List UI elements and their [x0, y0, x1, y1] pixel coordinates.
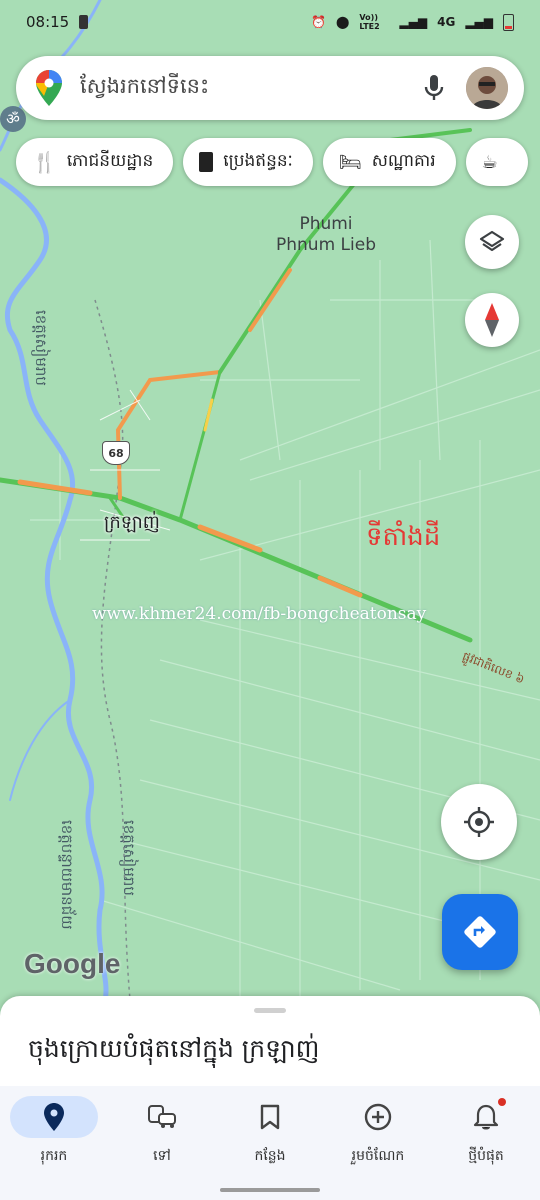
nav-label: រុករក — [40, 1148, 68, 1164]
nav-label: រួមចំណែក — [351, 1148, 405, 1164]
category-chips: 🍴 ភោជនីយដ្ឋាន ប្រេងឥន្ធនៈ 🛏 សណ្ឋាគារ ☕ — [16, 138, 528, 186]
bookmark-icon — [226, 1096, 314, 1138]
compass-icon — [485, 303, 499, 337]
search-input[interactable]: ស្វែងរកនៅទីនេះ — [80, 73, 424, 104]
google-logo: Google — [24, 948, 121, 979]
notification-dot — [498, 1098, 506, 1106]
chip-label: សណ្ឋាគារ — [371, 150, 436, 171]
status-bar: 08:15 ⏰ ⬤ Vo)) LTE2 ▂▄▆ 4G ▂▄▆ — [0, 0, 540, 44]
om-temple-marker[interactable]: ॐ — [0, 106, 26, 132]
province-label-siem-reap-2: ខេត្តសៀមរាប — [120, 820, 138, 896]
nav-label: ទៅ — [153, 1148, 171, 1164]
maps-pin-logo-icon — [36, 70, 62, 106]
nav-contribute[interactable]: រួមចំណែក — [324, 1086, 432, 1200]
notification-bell-icon — [442, 1096, 530, 1138]
province-label-banteay-meanchey: ខេត្តបន្ទាយមានជ័យ — [58, 820, 76, 930]
chip-gas[interactable]: ប្រេងឥន្ធនៈ — [183, 138, 313, 186]
nav-label: កន្លែង — [254, 1148, 286, 1164]
gas-station-icon — [199, 152, 214, 172]
network-type: 4G — [437, 15, 456, 29]
nav-updates[interactable]: ថ្មីបំផុត — [432, 1086, 540, 1200]
explore-pin-icon — [10, 1096, 98, 1138]
chip-label: ភោជនីយដ្ឋាន — [66, 150, 154, 171]
layers-button[interactable] — [465, 215, 519, 269]
directions-icon — [464, 916, 496, 948]
nav-saved[interactable]: កន្លែង — [216, 1086, 324, 1200]
chip-hotels[interactable]: 🛏 សណ្ឋាគារ — [322, 138, 456, 186]
nav-explore[interactable]: រុករក — [0, 1086, 108, 1200]
watermark-text: www.khmer24.com/fb-bongcheatonsay — [92, 604, 427, 624]
compass-button[interactable] — [465, 293, 519, 347]
alarm-icon: ⏰ — [311, 15, 326, 29]
volte-label: Vo)) LTE2 — [359, 13, 380, 31]
land-location-annotation: ទីតាំងដី — [366, 522, 441, 552]
village-label[interactable]: Phumi Phnum Lieb — [276, 214, 376, 256]
nav-go[interactable]: ទៅ — [108, 1086, 216, 1200]
chip-coffee[interactable]: ☕ — [465, 138, 528, 186]
search-bar[interactable]: ស្វែងរកនៅទីនេះ — [16, 56, 524, 120]
route-shield-68: 68 — [102, 441, 130, 465]
avatar[interactable] — [466, 67, 508, 109]
signal-icon: ▂▄▆ — [399, 15, 428, 29]
battery-icon — [503, 13, 514, 31]
add-circle-icon — [334, 1096, 422, 1138]
signal-icon-2: ▂▄▆ — [465, 15, 493, 29]
nav-label: ថ្មីបំផុត — [468, 1148, 504, 1164]
my-location-button[interactable] — [441, 784, 517, 860]
microphone-icon[interactable] — [424, 74, 444, 102]
hotel-icon: 🛏 — [338, 151, 362, 173]
crosshair-icon — [464, 807, 494, 837]
directions-button[interactable] — [442, 894, 518, 970]
chip-label: ប្រេងឥន្ធនៈ — [223, 150, 293, 171]
coffee-icon: ☕ — [481, 151, 498, 173]
location-icon: ⬤ — [335, 15, 350, 29]
commute-icon — [118, 1096, 206, 1138]
layers-icon — [479, 230, 505, 252]
gesture-bar[interactable] — [220, 1188, 320, 1192]
restaurant-icon: 🍴 — [32, 150, 57, 174]
bottom-navigation: រុករក ទៅ កន្លែង រួមចំណែក ថ្មីបំផុត — [0, 1086, 540, 1200]
clock: 08:15 — [26, 13, 70, 31]
sim-icon — [79, 15, 89, 29]
sheet-drag-handle[interactable] — [254, 1008, 286, 1013]
sheet-title: ចុងក្រោយបំផុតនៅក្នុង ក្រឡាញ់ — [28, 1034, 320, 1063]
province-label-siem-reap: ខេត្តសៀមរាប — [32, 310, 50, 386]
town-label[interactable]: ក្រឡាញ់ — [104, 510, 160, 537]
chip-restaurants[interactable]: 🍴 ភោជនីយដ្ឋាន — [16, 138, 174, 186]
